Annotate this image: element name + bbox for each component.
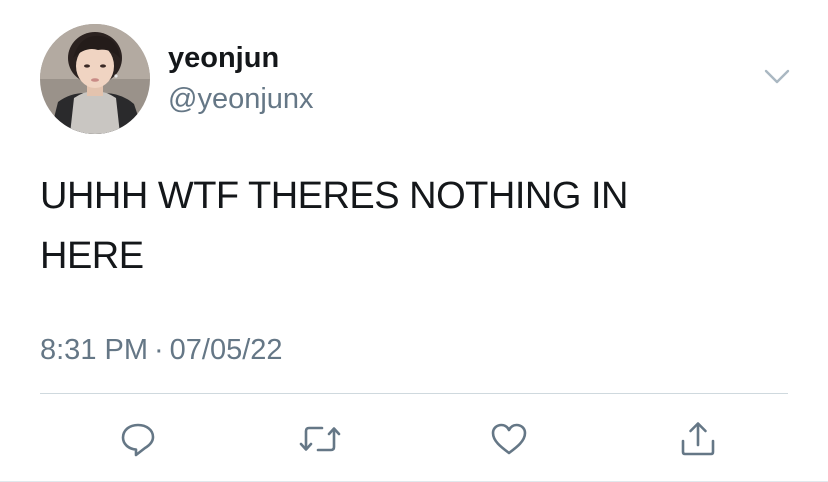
heart-icon xyxy=(491,423,527,455)
divider xyxy=(40,393,788,394)
tweet-time: 8:31 PM xyxy=(40,334,148,366)
retweet-icon xyxy=(299,426,341,452)
retweet-button[interactable] xyxy=(298,419,341,459)
timestamp-separator: · xyxy=(154,334,164,366)
tweet-header: yeonjun @yeonjunx xyxy=(40,24,790,136)
chevron-down-icon[interactable] xyxy=(764,68,790,86)
user-handle[interactable]: @yeonjunx xyxy=(168,81,314,117)
display-name[interactable]: yeonjun xyxy=(168,40,279,76)
reply-button[interactable] xyxy=(118,419,158,459)
tweet-timestamp[interactable]: 8:31 PM · 07/05/22 xyxy=(40,330,283,370)
tweet-text-line: HERE xyxy=(40,235,144,277)
share-icon xyxy=(681,422,715,456)
tweet-text-line: UHHH WTF THERES NOTHING IN xyxy=(40,175,628,217)
reply-icon xyxy=(121,423,155,457)
like-button[interactable] xyxy=(489,419,529,459)
avatar[interactable] xyxy=(40,24,150,134)
share-button[interactable] xyxy=(678,419,718,459)
tweet-text: UHHH WTF THERES NOTHING IN HERE xyxy=(40,166,770,286)
tweet-date: 07/05/22 xyxy=(169,334,283,366)
